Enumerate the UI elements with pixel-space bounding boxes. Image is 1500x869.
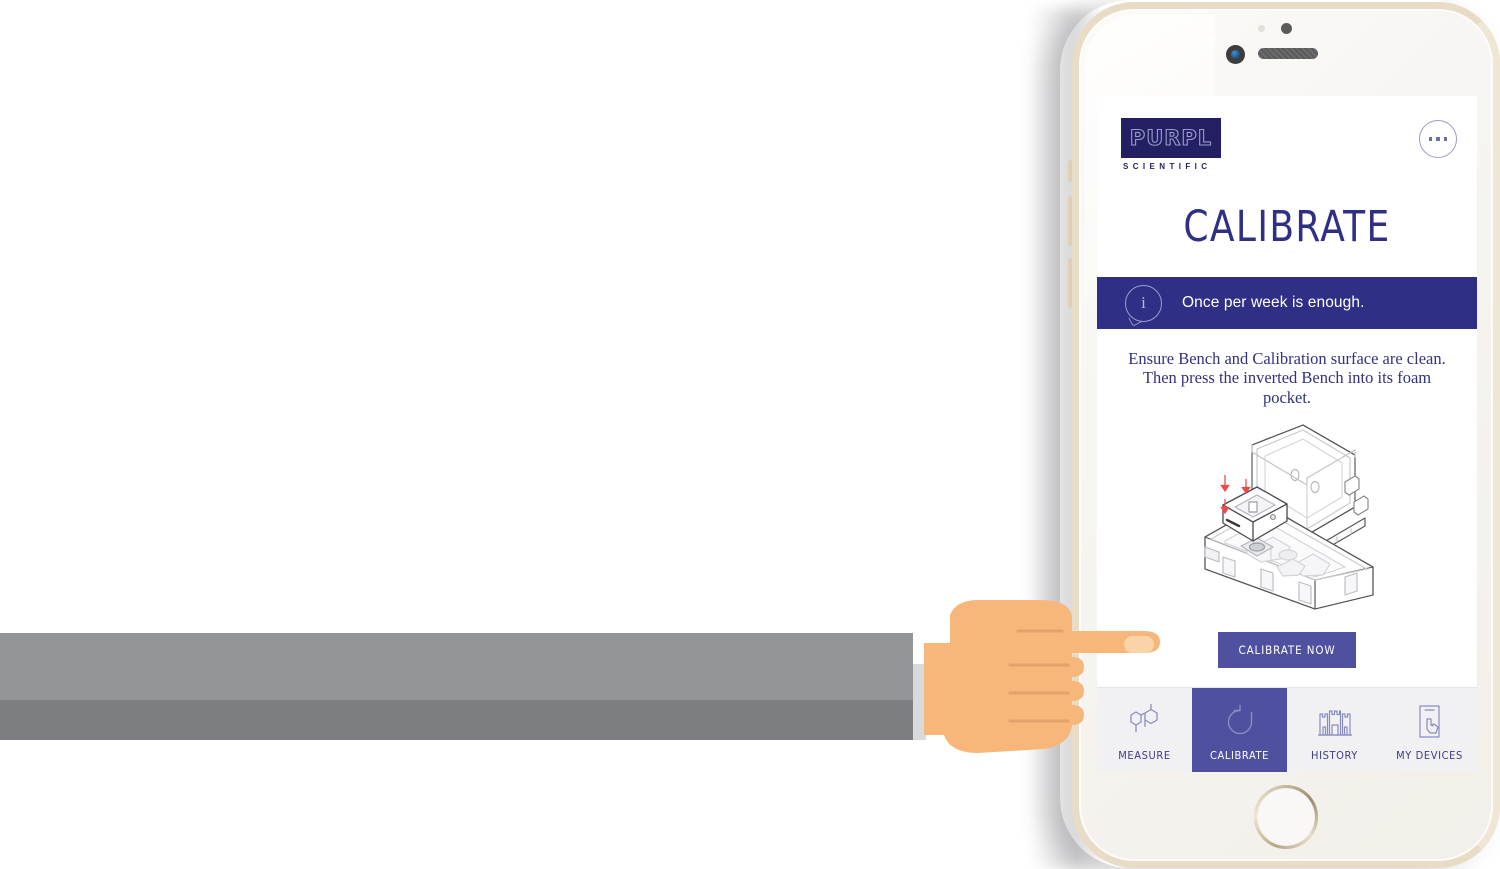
tab-label: MY DEVICES <box>1396 749 1463 762</box>
pointing-hand-cursor <box>920 595 1220 760</box>
instruction-text: Ensure Bench and Calibration surface are… <box>1128 349 1446 407</box>
refresh-arrow-icon <box>1221 701 1259 743</box>
calibrate-now-button[interactable]: CALIBRATE NOW <box>1218 632 1356 669</box>
dot-icon <box>1428 137 1433 141</box>
dot-icon <box>1443 137 1448 141</box>
page-title: CALIBRATE <box>1183 202 1391 252</box>
brand-logo-wordmark: PURPL <box>1129 125 1213 150</box>
castle-chart-icon <box>1316 701 1354 743</box>
front-camera <box>1226 45 1245 64</box>
tab-label: HISTORY <box>1311 749 1358 762</box>
background-bar-dark <box>0 700 913 740</box>
dot-icon <box>1436 137 1440 141</box>
more-options-button[interactable] <box>1419 120 1457 158</box>
brand-tagline: SCIENTIFIC <box>1123 162 1212 171</box>
ambient-light-sensor <box>1258 25 1265 32</box>
phone-volume-up-button[interactable] <box>1068 196 1074 246</box>
phone-mute-switch[interactable] <box>1068 160 1074 182</box>
calibration-case-illustration <box>1097 419 1477 614</box>
tab-history[interactable]: HISTORY <box>1287 688 1382 772</box>
background-bar-light <box>0 633 913 700</box>
screenshot-stage: PURPL SCIENTIFIC CALIBRATE i Once per we… <box>0 0 1500 869</box>
home-button[interactable] <box>1254 785 1318 849</box>
info-banner: i Once per week is enough. <box>1097 277 1477 329</box>
tab-my-devices[interactable]: MY DEVICES <box>1382 688 1477 772</box>
app-header: PURPL SCIENTIFIC <box>1097 96 1477 196</box>
info-banner-text: Once per week is enough. <box>1182 294 1365 311</box>
phone-power-button[interactable] <box>1494 176 1500 234</box>
brand-logo: PURPL <box>1121 118 1221 158</box>
proximity-sensor <box>1281 23 1292 34</box>
device-hand-icon <box>1412 701 1448 743</box>
phone-volume-down-button[interactable] <box>1068 258 1074 308</box>
info-bubble-icon: i <box>1125 284 1162 327</box>
earpiece-speaker <box>1258 48 1318 59</box>
